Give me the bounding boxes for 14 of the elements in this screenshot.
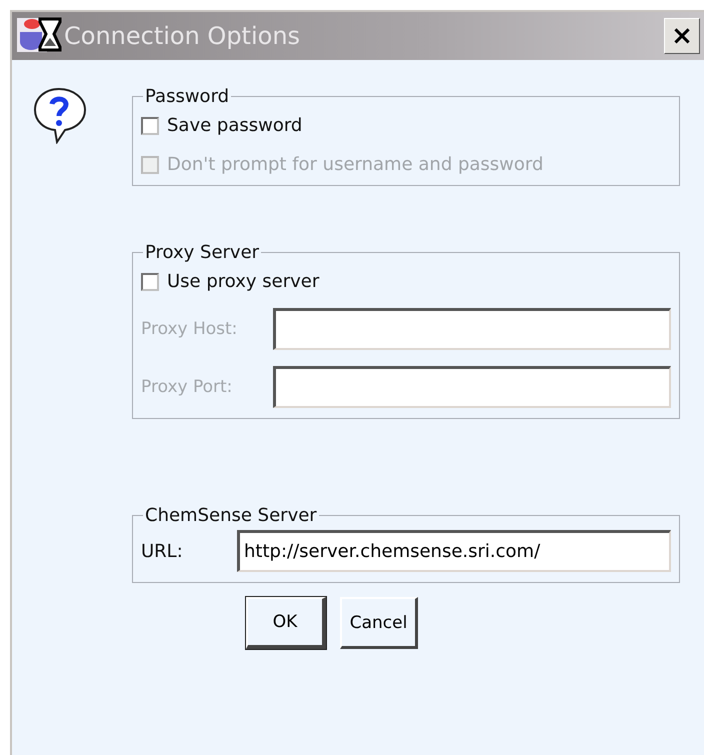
ok-button[interactable]: OK <box>246 597 326 649</box>
checkbox-option[interactable]: Save password <box>141 115 671 136</box>
group-title: Proxy Server <box>144 242 260 263</box>
field-label: Proxy Port: <box>141 377 234 397</box>
help-icon <box>32 86 88 144</box>
group-title: ChemSense Server <box>144 505 318 526</box>
checkbox-option[interactable]: Use proxy server <box>141 271 671 292</box>
field-label: Proxy Host: <box>141 319 238 339</box>
group-title: Password <box>144 86 230 107</box>
close-button[interactable]: × <box>664 18 700 54</box>
cancel-button[interactable]: Cancel <box>340 597 418 649</box>
text-field[interactable]: http://server.chemsense.sri.com/ <box>237 530 671 572</box>
field-label: URL: <box>141 540 184 562</box>
window-title: Connection Options <box>64 22 300 50</box>
